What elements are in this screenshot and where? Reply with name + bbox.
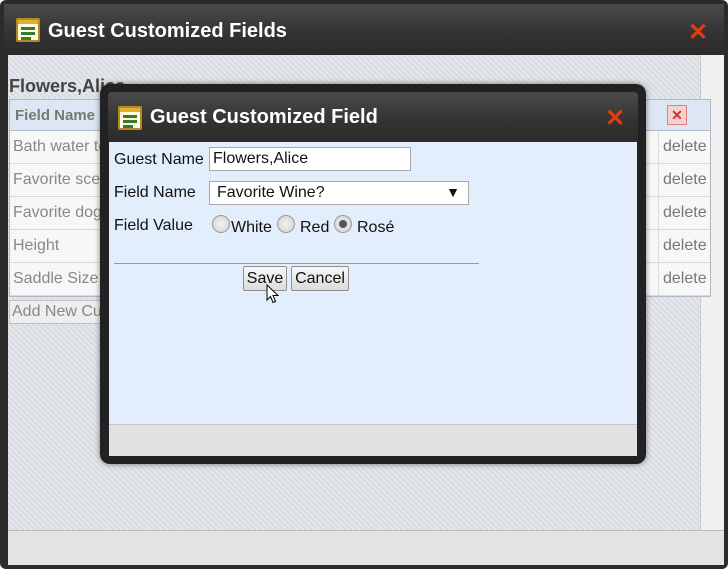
delete-all-icon[interactable]: ✕ xyxy=(667,105,687,125)
column-divider xyxy=(658,164,659,196)
chevron-down-icon: ▼ xyxy=(446,184,460,200)
close-icon[interactable]: ✕ xyxy=(688,21,708,45)
delete-link[interactable]: delete xyxy=(663,270,707,288)
radio-red-label: Red xyxy=(300,219,330,236)
delete-link[interactable]: delete xyxy=(663,171,707,189)
window-icon xyxy=(16,18,40,42)
column-header-field-name[interactable]: Field Name xyxy=(15,107,95,124)
outer-window-footer xyxy=(8,530,724,565)
column-divider xyxy=(658,131,659,163)
field-name-label: Field Name xyxy=(114,184,196,201)
field-value-label: Field Value xyxy=(114,217,193,234)
guest-name-field[interactable]: Flowers,Alice xyxy=(209,147,411,171)
guest-name-label: Guest Name xyxy=(114,151,204,168)
radio-rose-label: Rosé xyxy=(357,219,395,236)
radio-red[interactable] xyxy=(277,215,295,233)
field-name-cell: Height xyxy=(13,237,60,254)
dialog-footer xyxy=(109,424,637,456)
delete-link[interactable]: delete xyxy=(663,204,707,222)
field-name-selected-value: Favorite Wine? xyxy=(217,184,325,201)
outer-window-title: Guest Customized Fields xyxy=(48,20,287,42)
form-divider xyxy=(114,263,479,264)
field-name-cell: Favorite dog xyxy=(13,204,102,221)
custom-field-dialog: Guest Customized Field ✕ Guest Name Flow… xyxy=(100,84,646,464)
field-name-cell: Favorite scent xyxy=(13,171,114,188)
cancel-button[interactable]: Cancel xyxy=(291,266,349,291)
column-divider xyxy=(658,230,659,262)
radio-rose[interactable] xyxy=(334,215,352,233)
delete-link[interactable]: delete xyxy=(663,237,707,255)
column-divider xyxy=(658,263,659,295)
field-name-select[interactable]: Favorite Wine? ▼ xyxy=(209,181,469,205)
add-new-custom-field-button[interactable]: Add New Custom Field xyxy=(9,300,109,324)
window-icon xyxy=(118,106,142,130)
outer-titlebar[interactable]: Guest Customized Fields ✕ xyxy=(4,4,724,54)
radio-white[interactable] xyxy=(212,215,230,233)
delete-link[interactable]: delete xyxy=(663,138,707,156)
radio-white-label: White xyxy=(231,219,272,236)
mouse-pointer-icon xyxy=(266,284,280,304)
save-button[interactable]: Save xyxy=(243,266,287,291)
close-icon[interactable]: ✕ xyxy=(605,107,625,131)
column-divider xyxy=(658,197,659,229)
dialog-titlebar[interactable]: Guest Customized Field ✕ xyxy=(108,92,638,142)
field-name-cell: Saddle Size xyxy=(13,270,99,287)
dialog-title: Guest Customized Field xyxy=(150,106,378,128)
